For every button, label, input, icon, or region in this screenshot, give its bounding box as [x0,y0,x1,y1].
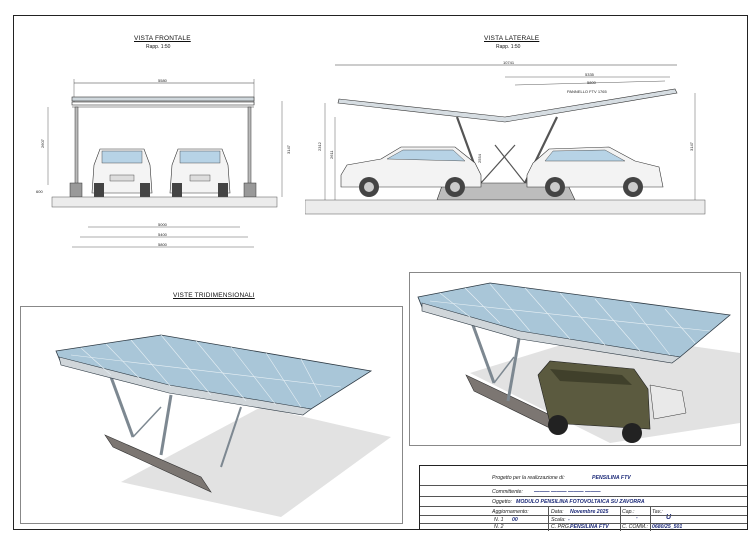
front-dim-h2: 3147 [286,144,291,154]
tb-ccomm-value: 0680/25_501 [652,524,683,530]
tb-row-project: Progetto per la realizzazione di: PENSIL… [420,466,747,485]
render-left-panel [20,306,403,524]
side-car-right [526,146,664,197]
tb-row-update: Aggiornamento: Data: Novembre 2025 Cap.:… [420,506,747,531]
front-view-drawing: 5580 2607 600 3147 5000 5400 5800 [36,78,291,248]
front-car-right [169,148,231,197]
side-dim-h1: 2312 [317,141,322,151]
tb-client-value: ——— ——— ——— ——— [534,489,601,495]
front-dim-b3: 5800 [158,242,168,247]
tb-cprg-value: PENSILINA FTV [570,524,609,530]
tb-row-n1: N. 1 00 Scala: - [420,515,747,523]
side-view-title: VISTA LATERALE [484,35,540,42]
tb-project-label: Progetto per la realizzazione di: [492,475,565,481]
tb-row-object: Oggetto: MODULO PENSILINA FOTOVOLTAICA S… [420,496,747,506]
tb-object-value: MODULO PENSILINA FOTOVOLTAICA SU ZAVORRA [516,499,645,505]
tb-ccomm-label: C. COMM.: [622,524,648,530]
tb-row-n2: N. 2 C. PRG.: PENSILINA FTV C. COMM.: 06… [420,523,747,530]
side-car-left [340,146,482,197]
tb-project-value: PENSILINA FTV [592,475,631,481]
front-dim-h1: 2607 [40,138,45,148]
side-dim-h3: 3147 [689,141,694,151]
side-dim-top: 10741 [503,60,515,65]
front-car-left [91,148,153,197]
side-view-drawing: 10741 5335 5800 PANNELLO FTV 1765 2312 2… [305,60,706,215]
front-view-scale: Rapp. 1:50 [146,44,171,50]
side-dim-d2: 5800 [587,80,597,85]
render-right-panel [409,272,741,446]
render-right-svg [417,282,740,443]
front-dim-top: 5580 [158,78,168,83]
tb-cprg-label: C. PRG.: [551,524,572,530]
side-dim-mid: 2554 [477,153,482,163]
front-dim-b1: 5000 [158,222,168,227]
tb-object-label: Oggetto: [492,499,512,505]
drawing-sheet: VISTA FRONTALE Rapp. 1:50 5580 2607 600 … [0,0,752,533]
front-dim-base: 600 [36,189,43,194]
title-block: Progetto per la realizzazione di: PENSIL… [419,465,748,531]
side-view-scale: Rapp. 1:50 [496,44,521,50]
tb-client-label: Committente: [492,489,523,495]
side-dim-d1: 5335 [585,72,595,77]
front-dim-b2: 5400 [158,232,168,237]
side-dim-panel: PANNELLO FTV 1765 [567,89,607,94]
tb-row-client: Committente: ——— ——— ——— ——— [420,485,747,496]
threeD-view-title: VISTE TRIDIMENSIONALI [173,292,255,299]
side-dim-h2: 2611 [329,150,334,159]
tb-n2-label: N. 2 [494,524,504,530]
render-left-svg [55,334,391,517]
front-view-title: VISTA FRONTALE [134,35,191,42]
